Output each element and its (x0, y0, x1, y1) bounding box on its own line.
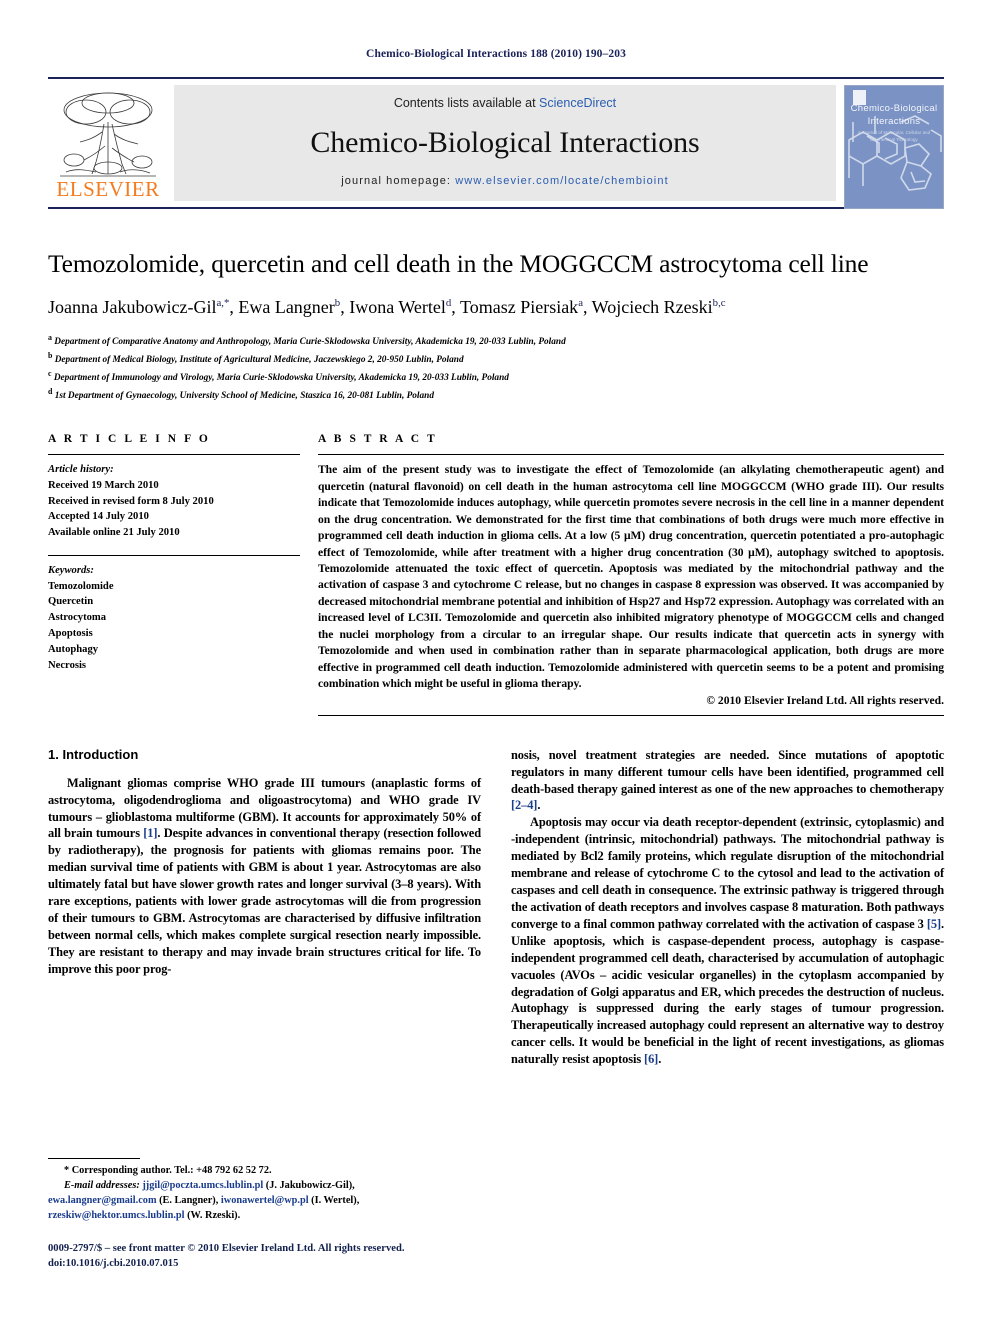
journal-homepage-link[interactable]: www.elsevier.com/locate/chembioint (455, 175, 668, 187)
imprint-line-2: doi:10.1016/j.cbi.2010.07.015 (48, 1257, 179, 1269)
keywords-label: Keywords: (48, 564, 94, 576)
body-column-left: 1. Introduction Malignant gliomas compri… (48, 747, 481, 1069)
email-addresses-label: E-mail addresses: (64, 1180, 143, 1192)
info-abstract-region: A R T I C L E I N F O Article history: R… (48, 433, 944, 716)
contents-prefix: Contents lists available at (393, 96, 540, 110)
keyword-item: Necrosis (48, 660, 87, 672)
contents-available-line: Contents lists available at ScienceDirec… (394, 96, 616, 110)
article-info-column: A R T I C L E I N F O Article history: R… (48, 433, 318, 715)
email-addresses-rest: ewa.langner@gmail.com (E. Langner), iwon… (48, 1194, 480, 1224)
masthead-bottom-rule (48, 207, 944, 209)
citation-6[interactable]: [6] (644, 1052, 658, 1066)
keyword-item: Quercetin (48, 596, 94, 608)
email-person: (I. Wertel), (308, 1195, 360, 1207)
intro-p1-post: . Despite advances in conventional thera… (48, 826, 481, 976)
email-link[interactable]: jjgil@poczta.umcs.lublin.pl (142, 1180, 263, 1191)
keywords-block: Keywords: Temozolomide Quercetin Astrocyto… (48, 556, 300, 674)
intro-paragraph-3: Apoptosis may occur via death receptor-d… (511, 814, 944, 1068)
keyword-item: Astrocytoma (48, 612, 107, 624)
affiliation-text: Department of Comparative Anatomy and An… (51, 337, 566, 348)
affiliation-item: c Department of Immunology and Virology,… (48, 368, 944, 386)
elsevier-wordmark: ELSEVIER (56, 177, 160, 201)
section-heading-introduction: 1. Introduction (48, 746, 139, 762)
affiliation-text: Department of Medical Biology, Institute… (52, 355, 464, 366)
article-history-item: Available online 21 July 2010 (48, 527, 180, 538)
citation-1[interactable]: [1] (143, 826, 157, 840)
footnote-area: * Corresponding author. Tel.: +48 792 62… (48, 1158, 480, 1271)
cover-subtitle: A Journal of Molecular, Cellular and Bio… (857, 130, 931, 142)
homepage-prefix: journal homepage: (341, 175, 456, 187)
intro-p3-pre: Apoptosis may occur via death receptor-d… (511, 815, 944, 931)
citation-2-4[interactable]: [2–4] (511, 798, 537, 812)
email-person: (J. Jakubowicz-Gil), (263, 1180, 355, 1192)
affiliation-item: d 1st Department of Gynaecology, Univers… (48, 386, 944, 404)
title-block: Temozolomide, quercetin and cell death i… (48, 249, 944, 403)
intro-p2-post: . (537, 798, 541, 813)
journal-article-page: Chemico-Biological Interactions 188 (201… (0, 0, 992, 1323)
article-history-label: Article history: (48, 464, 114, 476)
email-person: (E. Langner), (156, 1195, 221, 1207)
email-link[interactable]: ewa.langner@gmail.com (48, 1195, 157, 1206)
journal-homepage-line: journal homepage: www.elsevier.com/locat… (341, 175, 668, 187)
intro-p2-pre: nosis, novel treatment strategies are ne… (511, 747, 944, 796)
article-info-label: A R T I C L E I N F O (48, 433, 211, 446)
imprint-line-1: 0009-2797/$ – see front matter © 2010 El… (48, 1242, 405, 1254)
keyword-item: Apoptosis (48, 628, 93, 640)
elsevier-tree-icon (60, 92, 156, 177)
masthead-center-panel: Contents lists available at ScienceDirec… (174, 85, 836, 201)
corresponding-author-note: * Corresponding author. Tel.: +48 792 62… (48, 1164, 480, 1224)
running-head: Chemico-Biological Interactions 188 (201… (366, 48, 626, 60)
email-link[interactable]: rzeskiw@hektor.umcs.lublin.pl (48, 1210, 185, 1221)
cover-title-line-2: Interactions (867, 116, 921, 127)
keyword-item: Autophagy (48, 644, 99, 656)
affiliation-list: a Department of Comparative Anatomy and … (48, 332, 944, 403)
cover-title-line-1: Chemico-Biological (850, 103, 938, 114)
email-link[interactable]: iwonawertel@wp.pl (221, 1195, 309, 1206)
footnote-rule (48, 1158, 140, 1160)
article-history: Article history: Received 19 March 2010 R… (48, 455, 300, 540)
journal-cover-thumbnail[interactable]: Chemico-Biological Interactions A Journa… (844, 85, 944, 209)
abstract-copyright: © 2010 Elsevier Ireland Ltd. All rights … (706, 693, 944, 707)
article-history-item: Received in revised form 8 July 2010 (48, 495, 214, 507)
intro-paragraph-1: Malignant gliomas comprise WHO grade III… (48, 775, 481, 978)
journal-masthead: ELSEVIER Contents lists available at Sci… (48, 77, 944, 209)
intro-paragraph-2: nosis, novel treatment strategies are ne… (511, 747, 944, 815)
affiliation-item: a Department of Comparative Anatomy and … (48, 332, 944, 350)
keyword-items: Temozolomide Quercetin Astrocytoma Apoptosi… (48, 579, 300, 674)
intro-p3-mid: . Unlike apoptosis, which is caspase-dep… (511, 916, 944, 1067)
article-history-item: Received 19 March 2010 (48, 479, 159, 491)
body-columns: 1. Introduction Malignant gliomas compri… (48, 747, 944, 1069)
abstract-label: A B S T R A C T (318, 433, 438, 446)
affiliation-text: Department of Immunology and Virology, M… (51, 372, 509, 383)
keyword-item: Temozolomide (48, 580, 114, 592)
page-title: Temozolomide, quercetin and cell death i… (48, 249, 869, 278)
affiliation-text: 1st Department of Gynaecology, Universit… (52, 390, 434, 401)
email-person: (W. Rzeski). (184, 1210, 241, 1222)
abstract-column: A B S T R A C T The aim of the present s… (318, 433, 944, 716)
abstract-bottom-rule (318, 714, 944, 716)
corresponding-author-text: * Corresponding author. Tel.: +48 792 62… (64, 1165, 272, 1177)
article-history-item: Accepted 14 July 2010 (48, 511, 149, 523)
body-column-right: nosis, novel treatment strategies are ne… (511, 747, 944, 1069)
author-list: Joanna Jakubowicz-Gila,*, Ewa Langnerb, … (48, 296, 726, 317)
elsevier-logo: ELSEVIER (48, 85, 168, 201)
affiliation-item: b Department of Medical Biology, Institu… (48, 350, 944, 368)
intro-p3-post: . (658, 1052, 662, 1067)
email-addresses-first-line: E-mail addresses: jjgil@poczta.umcs.lubl… (48, 1179, 480, 1194)
article-history-items: Received 19 March 2010 Received in revise… (48, 478, 300, 541)
journal-title: Chemico-Biological Interactions (310, 125, 700, 159)
abstract-text: The aim of the present study was to inve… (318, 463, 944, 691)
imprint-block: 0009-2797/$ – see front matter © 2010 El… (48, 1241, 480, 1271)
sciencedirect-link[interactable]: ScienceDirect (539, 96, 616, 110)
citation-5[interactable]: [5] (927, 917, 941, 931)
email-addresses-block: E-mail addresses: jjgil@poczta.umcs.lubl… (48, 1179, 480, 1224)
